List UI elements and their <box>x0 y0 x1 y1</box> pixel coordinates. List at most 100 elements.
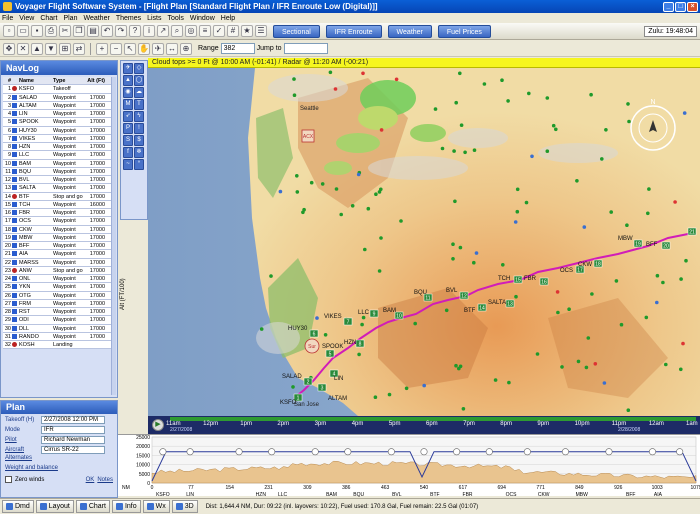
map-view[interactable]: N 1 KSFO 2 SALAD 3 ALTAM 4 LIN 5 SPOOK 6 HUY30 7 VIKE… <box>148 58 700 416</box>
navlog-row[interactable]: 26 OTG Waypoint 17000 <box>3 291 115 300</box>
airport-dot[interactable] <box>586 336 591 340</box>
plane-icon[interactable]: ✈ <box>152 42 164 55</box>
play-button[interactable]: ▶ <box>152 419 164 431</box>
airport-dot[interactable] <box>291 385 295 389</box>
airport-dot[interactable] <box>458 71 462 76</box>
measure-icon[interactable]: ↔ <box>166 42 178 55</box>
pilot-link[interactable]: Pilot <box>5 437 41 443</box>
layer-lightning-icon[interactable]: ϟ <box>134 111 144 122</box>
grid-icon[interactable]: # <box>227 25 239 37</box>
airport-dot[interactable] <box>684 258 688 263</box>
navlog-altitude[interactable]: 17000 <box>85 292 105 299</box>
menu-plan[interactable]: Plan <box>63 15 77 22</box>
menu-themes[interactable]: Themes <box>116 15 141 22</box>
notes-link[interactable]: Notes <box>97 477 113 483</box>
navlog-altitude[interactable]: 17000 <box>85 102 105 109</box>
airport-dot[interactable] <box>627 119 631 124</box>
airport-dot[interactable] <box>513 220 518 224</box>
range-input[interactable]: 382 <box>220 43 255 54</box>
hand-icon[interactable]: ✋ <box>138 42 150 55</box>
airport-dot[interactable] <box>575 179 579 183</box>
navlog-altitude[interactable] <box>85 341 105 348</box>
airport-dot[interactable] <box>451 242 455 246</box>
weight-balance-link[interactable]: Weight and balance <box>1 465 117 474</box>
airport-dot[interactable] <box>295 190 300 194</box>
airport-dot[interactable] <box>459 123 464 127</box>
airport-dot[interactable] <box>315 316 319 320</box>
navlog-row[interactable]: 2 SALAD Waypoint 17000 <box>3 93 115 102</box>
airport-dot[interactable] <box>514 294 518 299</box>
navlog-row[interactable]: 27 FRM Waypoint 17000 <box>3 299 115 308</box>
pointer-icon[interactable]: ↖ <box>124 42 136 55</box>
airport-dot[interactable] <box>278 189 283 194</box>
route-icon[interactable]: ↗ <box>157 25 169 37</box>
airport-dot[interactable] <box>357 352 361 357</box>
navlog-altitude[interactable]: 17000 <box>85 259 105 266</box>
navlog-altitude[interactable]: 17000 <box>85 300 105 307</box>
navlog-altitude[interactable]: 17000 <box>85 143 105 150</box>
navlog-altitude[interactable]: 17000 <box>85 193 105 200</box>
airport-dot[interactable] <box>681 341 685 346</box>
airport-dot[interactable] <box>356 172 361 177</box>
takeoff-field[interactable]: 2/27/2008 12:00 PM <box>41 415 105 424</box>
navlog-row[interactable]: 29 ODI Waypoint 17000 <box>3 316 115 325</box>
airport-dot[interactable] <box>527 91 531 96</box>
navlog-row[interactable]: 31 RANDO Waypoint 17000 <box>3 332 115 341</box>
airport-dot[interactable] <box>609 210 613 214</box>
airport-dot[interactable] <box>295 174 299 178</box>
profile-waypoint-circle[interactable] <box>676 448 684 456</box>
airport-dot[interactable] <box>647 187 651 191</box>
map-canvas[interactable]: N 1KSFO2SALAD3ALTAM4LIN5SPOOK6HUY307VIKE… <box>148 58 700 416</box>
layer-fuel-icon[interactable]: $ <box>134 135 144 146</box>
airport-dot[interactable] <box>661 280 665 285</box>
airport-dot[interactable] <box>413 321 418 326</box>
profile-waypoint-circle[interactable] <box>648 448 656 456</box>
zero-winds-checkbox[interactable] <box>5 476 12 483</box>
waypoint-marker[interactable]: 18CKW <box>578 259 603 268</box>
airport-dot[interactable] <box>682 111 687 115</box>
airport-dot[interactable] <box>582 225 587 229</box>
layer-turb-icon[interactable]: ~ <box>123 159 133 170</box>
navlog-altitude[interactable]: 17000 <box>85 209 105 216</box>
navlog-row[interactable]: 3 ALTAM Waypoint 17000 <box>3 101 115 110</box>
profile-waypoint-circle[interactable] <box>420 448 428 456</box>
airport-dot[interactable] <box>524 200 529 205</box>
airport-dot[interactable] <box>644 315 649 320</box>
col-name[interactable]: Name <box>18 77 53 84</box>
airport-dot[interactable] <box>604 128 608 132</box>
airport-dot[interactable] <box>454 100 459 105</box>
navlog-row[interactable]: 5 SPOOK Waypoint 17000 <box>3 118 115 127</box>
tab-fuel-prices[interactable]: Fuel Prices <box>437 24 491 38</box>
navlog-altitude[interactable]: 17000 <box>85 94 105 101</box>
navlog-altitude[interactable]: 17000 <box>85 308 105 315</box>
airport-dot[interactable] <box>474 251 479 255</box>
airport-dot[interactable] <box>454 363 458 368</box>
airport-dot[interactable] <box>482 82 487 86</box>
airport-dot[interactable] <box>554 127 558 132</box>
airport-dot[interactable] <box>404 386 409 391</box>
navlog-altitude[interactable]: 17000 <box>85 275 105 282</box>
airport-dot[interactable] <box>361 315 366 320</box>
airport-dot[interactable] <box>301 210 305 215</box>
airport-dot[interactable] <box>292 93 297 97</box>
col-type[interactable]: Type <box>53 77 85 84</box>
navlog-row[interactable]: 6 HUY30 Waypoint 17000 <box>3 126 115 135</box>
zoom-in-icon[interactable]: + <box>96 42 108 55</box>
ok-link[interactable]: OK <box>86 477 95 483</box>
airport-dot[interactable] <box>320 182 325 186</box>
airport-dot[interactable] <box>673 200 677 204</box>
airport-dot[interactable] <box>360 322 364 327</box>
airport-dot[interactable] <box>451 257 455 261</box>
airport-dot[interactable] <box>399 219 403 223</box>
airport-dot[interactable] <box>463 150 467 155</box>
print-icon[interactable]: ⎙ <box>45 25 57 37</box>
layer-winds-icon[interactable]: ➶ <box>123 111 133 122</box>
airport-dot[interactable] <box>535 352 540 356</box>
navlog-altitude[interactable]: 17000 <box>85 333 105 340</box>
aircraft-link[interactable]: Aircraft <box>5 447 41 453</box>
insert-icon[interactable]: ⊞ <box>59 42 71 55</box>
airport-dot[interactable] <box>328 70 333 75</box>
layer-airports-icon[interactable]: ✈ <box>123 63 133 74</box>
navlog-row[interactable]: 20 BFF Waypoint 17000 <box>3 242 115 251</box>
airport-dot[interactable] <box>530 154 534 159</box>
